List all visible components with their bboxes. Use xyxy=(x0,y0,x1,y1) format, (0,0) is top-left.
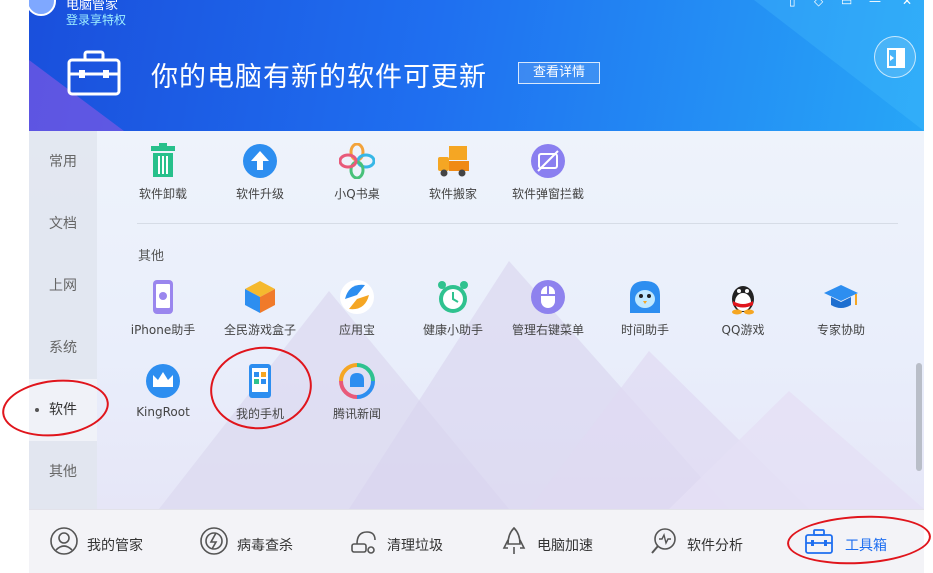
rocket-icon xyxy=(502,526,526,554)
nav-label: 电脑加速 xyxy=(537,538,593,554)
tool-label: 时间助手 xyxy=(620,323,669,337)
news-bell-icon xyxy=(339,363,375,399)
vacuum-icon xyxy=(351,531,376,554)
tool-my-phone[interactable]: 我的手机 xyxy=(210,363,310,433)
alarm-clock-icon xyxy=(438,281,468,313)
tool-label: 专家协助 xyxy=(816,323,865,337)
nav-label: 工具箱 xyxy=(845,538,887,554)
tool-label: 软件升级 xyxy=(235,187,284,201)
tool-popup-block[interactable]: 软件弹窗拦截 xyxy=(498,143,598,213)
tool-label: 应用宝 xyxy=(338,323,375,337)
nav-label: 病毒查杀 xyxy=(237,538,293,554)
tool-qq-game[interactable]: QQ游戏 xyxy=(693,279,793,349)
tool-label: 健康小助手 xyxy=(422,323,483,337)
sidebar-item-other[interactable]: 其他 xyxy=(29,441,97,503)
avatar[interactable] xyxy=(29,0,56,16)
tool-label: 软件卸载 xyxy=(138,187,187,201)
tools-panel: 软件卸载 软件升级 小Q书桌 软件搬家 软件弹窗拦截 其他 iPhone助手 全… xyxy=(97,131,924,509)
tool-label: KingRoot xyxy=(136,405,190,419)
menu-icon[interactable]: ▭ xyxy=(841,0,852,8)
trash-icon xyxy=(151,143,175,177)
content-scrollbar[interactable] xyxy=(916,363,922,471)
header-banner: 电脑管家 登录享特权 ▯ ◇ ▭ — ✕ 你的电脑有新的软件可更新 查看详情 xyxy=(29,0,924,131)
nav-clean-junk[interactable]: 清理垃圾 xyxy=(347,510,477,573)
close-icon[interactable]: ✕ xyxy=(902,0,912,8)
tool-label: 软件搬家 xyxy=(428,187,477,201)
update-headline: 你的电脑有新的软件可更新 xyxy=(151,62,487,93)
section-title-other: 其他 xyxy=(138,249,165,264)
tool-label: iPhone助手 xyxy=(130,323,196,337)
toolbox-icon xyxy=(67,50,121,96)
tool-label: 小Q书桌 xyxy=(334,187,380,201)
virus-scan-icon xyxy=(200,527,228,555)
sidebar-item-common[interactable]: 常用 xyxy=(29,131,97,193)
mouse-icon xyxy=(531,280,565,314)
exit-toolbox-button[interactable] xyxy=(874,36,916,78)
active-indicator xyxy=(35,408,39,412)
nav-label: 我的管家 xyxy=(87,538,143,554)
feedback-icon[interactable]: ▯ xyxy=(789,0,796,8)
minimize-icon[interactable]: — xyxy=(869,0,881,8)
moving-truck-icon xyxy=(438,146,469,177)
tool-label: 全民游戏盒子 xyxy=(223,323,296,337)
app-treasure-icon xyxy=(340,280,374,314)
nav-my-butler[interactable]: 我的管家 xyxy=(47,510,177,573)
bird-icon xyxy=(630,281,660,313)
tool-label: 我的手机 xyxy=(235,407,284,421)
tool-expert-assist[interactable]: 专家协助 xyxy=(791,279,891,349)
analysis-icon xyxy=(651,528,676,554)
tool-health-assistant[interactable]: 健康小助手 xyxy=(403,279,503,349)
nav-virus-scan[interactable]: 病毒查杀 xyxy=(197,510,327,573)
butler-icon xyxy=(50,527,78,555)
tool-label: QQ游戏 xyxy=(721,323,765,337)
tool-kingroot[interactable]: KingRoot xyxy=(113,363,213,433)
game-cube-icon xyxy=(245,281,275,313)
section-divider xyxy=(137,223,898,224)
sidebar-item-internet[interactable]: 上网 xyxy=(29,255,97,317)
nav-label: 软件分析 xyxy=(687,538,743,554)
tool-app-treasure[interactable]: 应用宝 xyxy=(307,279,407,349)
tool-qdesk[interactable]: 小Q书桌 xyxy=(307,143,407,213)
toolbox-body: 常用 文档 上网 系统 软件 其他 软件卸载 软件升级 小Q书桌 软件搬家 软件… xyxy=(29,131,924,509)
crown-icon xyxy=(146,364,180,398)
view-details-button[interactable]: 查看详情 xyxy=(518,62,600,84)
qq-penguin-icon xyxy=(732,286,754,315)
bottom-navigation: 我的管家 病毒查杀 清理垃圾 电脑加速 软件分析 工具箱 xyxy=(29,509,924,573)
tool-tencent-news[interactable]: 腾讯新闻 xyxy=(307,363,407,433)
graduation-cap-icon xyxy=(824,285,858,308)
tool-game-box[interactable]: 全民游戏盒子 xyxy=(210,279,310,349)
sidebar-item-system[interactable]: 系统 xyxy=(29,317,97,379)
phone-icon xyxy=(249,364,271,398)
main-window: 电脑管家 登录享特权 ▯ ◇ ▭ — ✕ 你的电脑有新的软件可更新 查看详情 常… xyxy=(29,0,924,573)
nav-toolbox[interactable]: 工具箱 xyxy=(804,510,914,573)
category-sidebar: 常用 文档 上网 系统 软件 其他 xyxy=(29,131,97,509)
nav-label: 清理垃圾 xyxy=(387,538,443,554)
iphone-icon xyxy=(153,280,173,314)
login-link[interactable]: 登录享特权 xyxy=(66,11,126,28)
tool-time-assistant[interactable]: 时间助手 xyxy=(595,279,695,349)
clover-icon xyxy=(339,143,375,179)
tool-uninstall[interactable]: 软件卸载 xyxy=(113,143,213,213)
tool-label: 软件弹窗拦截 xyxy=(511,187,584,201)
tool-context-menu[interactable]: 管理右键菜单 xyxy=(498,279,598,349)
shield-icon[interactable]: ◇ xyxy=(814,0,823,8)
tool-label: 腾讯新闻 xyxy=(332,407,381,421)
nav-software-analysis[interactable]: 软件分析 xyxy=(647,510,777,573)
upgrade-arrow-icon xyxy=(243,144,277,178)
sidebar-item-documents[interactable]: 文档 xyxy=(29,193,97,255)
exit-toolbox-icon xyxy=(887,48,905,68)
tool-upgrade[interactable]: 软件升级 xyxy=(210,143,310,213)
tool-label: 管理右键菜单 xyxy=(511,323,584,337)
nav-speed-up[interactable]: 电脑加速 xyxy=(497,510,627,573)
sidebar-item-software[interactable]: 软件 xyxy=(29,379,97,441)
popup-block-icon xyxy=(531,144,565,178)
tool-move-software[interactable]: 软件搬家 xyxy=(403,143,503,213)
sidebar-item-label: 软件 xyxy=(49,402,77,418)
toolbox-icon xyxy=(805,529,833,554)
tool-iphone-assistant[interactable]: iPhone助手 xyxy=(113,279,213,349)
